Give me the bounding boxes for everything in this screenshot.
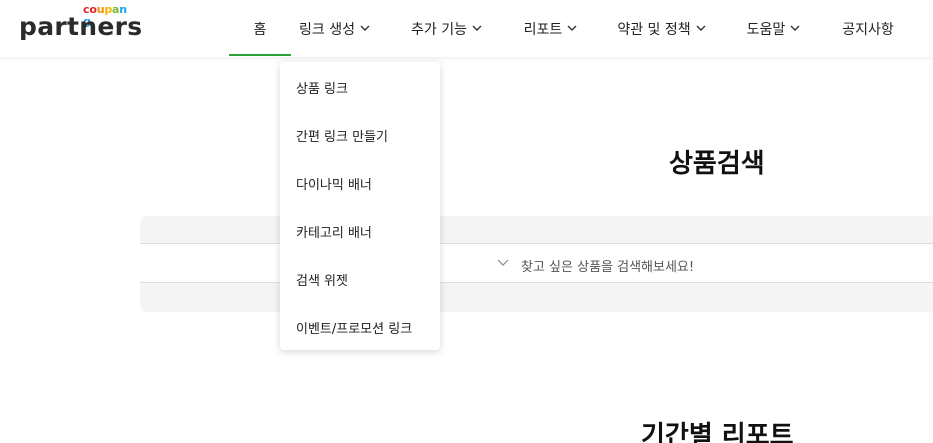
- chevron-down-icon: [360, 25, 370, 31]
- chevron-down-icon[interactable]: [497, 258, 509, 268]
- dropdown-item-dynamic-banner[interactable]: 다이나믹 배너: [296, 174, 372, 193]
- dropdown-item-event-promo-link[interactable]: 이벤트/프로모션 링크: [296, 318, 412, 337]
- nav-item-label: 도움말: [746, 21, 786, 38]
- nav-item-label: 리포트: [523, 21, 563, 38]
- page: coupang partners 홈 링크 생성 추가 기능 리포트 약관 및 …: [0, 0, 933, 443]
- chevron-down-icon: [567, 25, 577, 31]
- nav-item-home[interactable]: 홈: [229, 0, 291, 57]
- nav-item-terms-policy[interactable]: 약관 및 정책: [617, 0, 707, 57]
- dropdown-item-product-link[interactable]: 상품 링크: [296, 78, 348, 97]
- nav-item-label: 홈: [253, 21, 267, 38]
- dropdown-item-category-banner[interactable]: 카테고리 배너: [296, 222, 372, 241]
- nav-item-reports[interactable]: 리포트: [521, 0, 581, 57]
- chevron-down-icon: [696, 25, 706, 31]
- nav-item-help[interactable]: 도움말: [744, 0, 804, 57]
- nav-item-label: 추가 기능: [411, 21, 467, 38]
- nav-item-label: 링크 생성: [299, 21, 355, 38]
- link-create-dropdown-menu: 상품 링크 간편 링크 만들기 다이나믹 배너 카테고리 배너 검색 위젯 이벤…: [280, 62, 440, 350]
- nav-item-label: 공지사항: [842, 21, 894, 38]
- product-search-title: 상품검색: [669, 149, 765, 179]
- nav-item-notices[interactable]: 공지사항: [838, 0, 898, 57]
- period-report-title: 기간별 리포트: [641, 421, 794, 443]
- dropdown-item-search-widget[interactable]: 검색 위젯: [296, 270, 348, 289]
- chevron-down-icon: [790, 25, 800, 31]
- main-nav: 홈 링크 생성 추가 기능 리포트 약관 및 정책 도움말 공지사항: [0, 0, 933, 57]
- search-placeholder: 찾고 싶은 상품을 검색해보세요!: [521, 260, 695, 275]
- nav-item-extra-features[interactable]: 추가 기능: [410, 0, 484, 57]
- dropdown-item-simple-link[interactable]: 간편 링크 만들기: [296, 126, 388, 145]
- top-header: coupang partners 홈 링크 생성 추가 기능 리포트 약관 및 …: [0, 0, 933, 57]
- nav-item-link-create[interactable]: 링크 생성: [298, 0, 372, 57]
- chevron-down-icon: [472, 25, 482, 31]
- nav-item-label: 약관 및 정책: [617, 21, 691, 38]
